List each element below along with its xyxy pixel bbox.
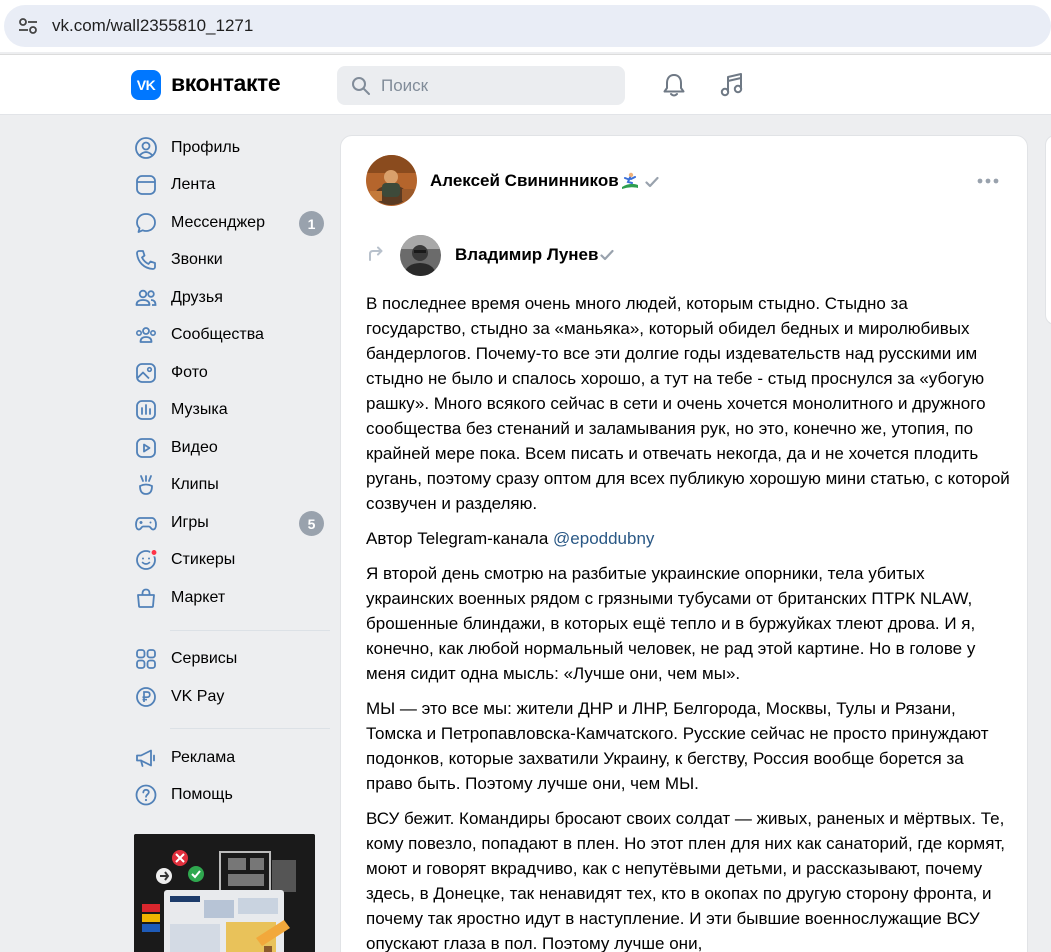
sidebar-item-label: Профиль	[171, 139, 241, 156]
sidebar-item-vkpay[interactable]: VK Pay	[130, 680, 330, 714]
unread-count-badge: 1	[299, 211, 324, 236]
sidebar-item-games[interactable]: Игры 5	[130, 506, 330, 540]
repost-author-avatar[interactable]	[400, 235, 441, 276]
games-icon	[135, 517, 157, 531]
music-icon	[136, 400, 156, 420]
verified-check-icon	[645, 176, 659, 188]
sidebar-item-messenger[interactable]: Мессенджер 1	[130, 206, 330, 240]
search-icon	[352, 77, 370, 95]
sidebar-item-friends[interactable]: Друзья	[130, 281, 330, 315]
sidebar-item-label: Реклама	[171, 749, 236, 766]
market-icon	[137, 588, 155, 608]
sidebar-item-label: Игры	[171, 514, 209, 531]
post-paragraph: МЫ — это все мы: жители ДНР и ЛНР, Белго…	[366, 699, 989, 793]
surfer-emoji-icon	[622, 172, 638, 189]
sidebar-item-label: Видео	[171, 439, 218, 456]
sidebar-item-video[interactable]: Видео	[130, 431, 330, 465]
sidebar-item-label: Звонки	[171, 251, 223, 268]
notifications-bell-icon[interactable]	[660, 71, 688, 99]
post-paragraph: ВСУ бежит. Командиры бросают своих солда…	[366, 809, 1006, 952]
sidebar-item-label: Мессенджер	[171, 214, 265, 231]
sidebar-item-label: Музыка	[171, 401, 228, 418]
communities-icon	[135, 327, 156, 343]
music-player-icon[interactable]	[718, 71, 746, 99]
verified-check-icon	[600, 249, 614, 261]
sidebar-item-label: Друзья	[171, 289, 223, 306]
sidebar-item-label: Сервисы	[171, 650, 238, 667]
help-icon	[135, 784, 157, 806]
author-avatar[interactable]	[366, 155, 417, 206]
profile-icon	[135, 137, 157, 159]
services-icon	[136, 649, 156, 669]
promo-banner[interactable]	[134, 834, 315, 952]
sidebar-item-label: Клипы	[171, 476, 219, 493]
phone-icon	[136, 250, 156, 270]
video-icon	[136, 438, 156, 458]
vkpay-icon	[136, 687, 156, 707]
repost-icon	[369, 246, 383, 261]
sidebar-item-communities[interactable]: Сообщества	[130, 318, 330, 352]
sidebar-item-label: Стикеры	[171, 551, 236, 568]
sidebar-item-label: Лента	[171, 176, 216, 193]
sidebar-item-label: Маркет	[171, 589, 226, 606]
clips-icon	[139, 475, 153, 495]
brand-wordmark[interactable]: вконтакте	[171, 70, 281, 97]
sidebar-item-services[interactable]: Сервисы	[130, 642, 330, 676]
photo-icon	[136, 363, 156, 383]
post-author-name[interactable]: Алексей Свининников	[430, 171, 619, 191]
wall-post: Алексей Свининников Владимир Лунев В пос…	[340, 135, 1028, 952]
repost-author-name[interactable]: Владимир Лунев	[455, 245, 598, 265]
feed-icon	[136, 175, 156, 195]
search-input[interactable]	[381, 66, 611, 105]
search-box[interactable]	[337, 66, 625, 105]
megaphone-icon	[136, 749, 155, 767]
stickers-icon	[136, 548, 158, 570]
vk-logo[interactable]: VK	[131, 70, 161, 100]
telegram-channel-link[interactable]: @epoddubny	[553, 529, 654, 548]
sidebar-item-photos[interactable]: Фото	[130, 356, 330, 390]
browser-toolbar: vk.com/wall2355810_1271	[0, 0, 1051, 52]
more-options-icon[interactable]	[977, 176, 999, 186]
sidebar-item-feed[interactable]: Лента	[130, 168, 330, 202]
repost-author-photo	[400, 235, 441, 276]
author-credit-prefix: Автор Telegram-канала	[366, 529, 549, 548]
sidebar-item-help[interactable]: Помощь	[130, 778, 330, 812]
sidebar-item-calls[interactable]: Звонки	[130, 243, 330, 277]
site-settings-icon[interactable]	[18, 17, 38, 35]
next-card-edge	[1045, 135, 1051, 325]
sidebar-divider	[170, 728, 330, 729]
games-count-badge: 5	[299, 511, 324, 536]
friends-icon	[135, 289, 157, 306]
messenger-icon	[136, 213, 156, 233]
promo-illustration	[134, 834, 315, 952]
sidebar-item-ads[interactable]: Реклама	[130, 741, 330, 775]
sidebar-item-profile[interactable]: Профиль	[130, 131, 330, 165]
post-paragraph: В последнее время очень много людей, кот…	[366, 294, 1010, 513]
address-bar[interactable]: vk.com/wall2355810_1271	[4, 5, 1051, 47]
sidebar-item-label: Помощь	[171, 786, 233, 803]
address-url[interactable]: vk.com/wall2355810_1271	[52, 16, 253, 36]
sidebar-item-clips[interactable]: Клипы	[130, 468, 330, 502]
sidebar-divider	[170, 630, 330, 631]
post-paragraph: Я второй день смотрю на разбитые украинс…	[366, 564, 976, 683]
post-text: В последнее время очень много людей, кот…	[366, 291, 1011, 952]
sidebar-item-market[interactable]: Маркет	[130, 581, 330, 615]
sidebar-item-stickers[interactable]: Стикеры	[130, 543, 330, 577]
site-header: VK вконтакте	[0, 54, 1051, 115]
author-photo	[366, 155, 417, 206]
sidebar-item-music[interactable]: Музыка	[130, 393, 330, 427]
sidebar-item-label: VK Pay	[171, 688, 225, 705]
sidebar-item-label: Фото	[171, 364, 208, 381]
sidebar-item-label: Сообщества	[171, 326, 264, 343]
post-author-credit: Автор Telegram-канала @epoddubny	[366, 526, 1011, 551]
